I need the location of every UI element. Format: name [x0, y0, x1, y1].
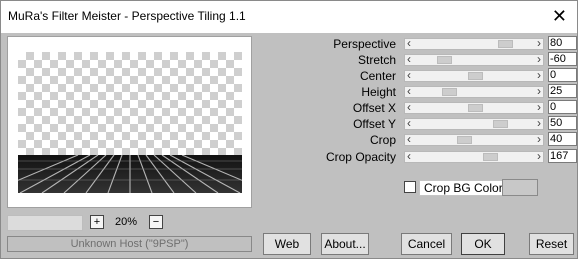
zoom-level: 20%	[115, 216, 138, 228]
slider-thumb[interactable]	[467, 104, 483, 112]
about-button[interactable]: About...	[321, 233, 369, 255]
param-value-field[interactable]: 50	[548, 116, 577, 130]
perspective-floor	[18, 155, 242, 193]
slider-thumb[interactable]	[482, 153, 498, 161]
zoom-track	[7, 215, 83, 231]
slider-thumb[interactable]	[442, 88, 458, 96]
param-slider[interactable]: ‹ ›	[404, 149, 544, 163]
right-arrow-icon[interactable]: ›	[537, 52, 541, 66]
reset-button[interactable]: Reset	[529, 233, 574, 255]
param-label: Stretch	[357, 53, 396, 67]
param-slider[interactable]: ‹ ›	[404, 132, 544, 146]
left-arrow-icon[interactable]: ‹	[407, 132, 411, 146]
crop-bg-color-swatch[interactable]	[502, 179, 538, 196]
left-arrow-icon[interactable]: ‹	[407, 36, 411, 50]
left-arrow-icon[interactable]: ‹	[407, 84, 411, 98]
right-arrow-icon[interactable]: ›	[537, 36, 541, 50]
param-label: Offset X	[352, 101, 396, 115]
web-button[interactable]: Web	[263, 233, 311, 255]
param-value-field[interactable]: 0	[548, 68, 577, 82]
param-value-field[interactable]: -60	[548, 52, 577, 66]
slider-thumb[interactable]	[492, 120, 508, 128]
param-label: Offset Y	[353, 117, 396, 131]
right-arrow-icon[interactable]: ›	[537, 116, 541, 130]
param-slider[interactable]: ‹ ›	[404, 36, 544, 50]
status-bar: Unknown Host ("9PSP")	[7, 236, 252, 252]
param-value-field[interactable]: 0	[548, 100, 577, 114]
right-arrow-icon[interactable]: ›	[537, 149, 541, 163]
cancel-button[interactable]: Cancel	[401, 233, 452, 255]
preview-panel	[7, 36, 252, 208]
left-arrow-icon[interactable]: ‹	[407, 52, 411, 66]
param-label: Crop	[369, 133, 396, 147]
param-label: Perspective	[333, 37, 396, 51]
param-value-field[interactable]: 25	[548, 84, 577, 98]
title-bar: MuRa's Filter Meister - Perspective Tili…	[1, 1, 577, 33]
slider-thumb[interactable]	[437, 56, 453, 64]
param-label: Height	[361, 85, 396, 99]
crop-bg-label[interactable]: Crop BG Color	[419, 180, 508, 196]
window-title: MuRa's Filter Meister - Perspective Tili…	[8, 9, 246, 23]
param-label: Crop Opacity	[325, 150, 396, 164]
right-arrow-icon[interactable]: ›	[537, 84, 541, 98]
param-value-field[interactable]: 80	[548, 36, 577, 50]
param-slider[interactable]: ‹ ›	[404, 100, 544, 114]
param-label: Center	[359, 69, 396, 83]
right-arrow-icon[interactable]: ›	[537, 68, 541, 82]
param-value-field[interactable]: 40	[548, 132, 577, 146]
param-slider[interactable]: ‹ ›	[404, 84, 544, 98]
filter-dialog: MuRa's Filter Meister - Perspective Tili…	[0, 0, 578, 259]
zoom-in-button[interactable]: +	[90, 215, 104, 229]
left-arrow-icon[interactable]: ‹	[407, 149, 411, 163]
left-arrow-icon[interactable]: ‹	[407, 68, 411, 82]
left-arrow-icon[interactable]: ‹	[407, 116, 411, 130]
slider-thumb[interactable]	[457, 136, 473, 144]
param-slider[interactable]: ‹ ›	[404, 68, 544, 82]
left-arrow-icon[interactable]: ‹	[407, 100, 411, 114]
preview-image	[18, 52, 242, 193]
param-value-field[interactable]: 167	[548, 149, 577, 163]
param-slider[interactable]: ‹ ›	[404, 116, 544, 130]
crop-bg-checkbox[interactable]	[404, 181, 416, 193]
right-arrow-icon[interactable]: ›	[537, 132, 541, 146]
right-arrow-icon[interactable]: ›	[537, 100, 541, 114]
slider-thumb[interactable]	[467, 72, 483, 80]
slider-thumb[interactable]	[497, 40, 513, 48]
ok-button[interactable]: OK	[461, 233, 505, 255]
param-slider[interactable]: ‹ ›	[404, 52, 544, 66]
close-icon[interactable]: ✕	[552, 5, 567, 27]
zoom-out-button[interactable]: −	[149, 215, 163, 229]
